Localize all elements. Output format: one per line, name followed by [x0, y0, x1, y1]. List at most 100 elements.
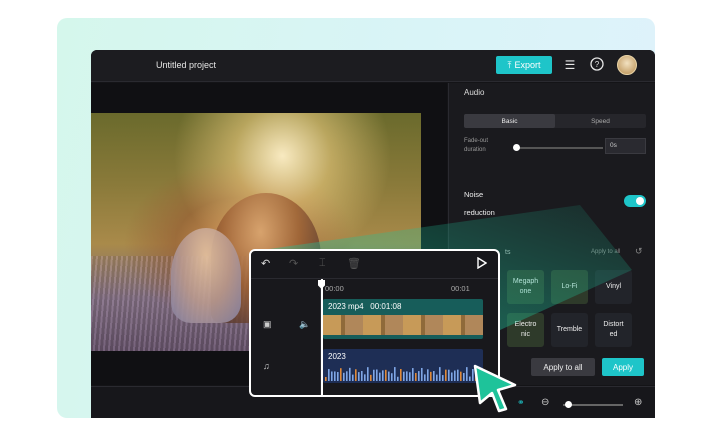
waveform-bar: [430, 371, 432, 381]
waveform-bar: [379, 372, 381, 381]
waveform-bar: [334, 371, 336, 381]
zoom-out-icon[interactable]: ⊖: [541, 397, 549, 408]
help-icon[interactable]: ?: [589, 57, 605, 73]
audio-clip[interactable]: 2023: [323, 349, 483, 383]
waveform-bar: [463, 373, 465, 381]
track-headers: ▣ 🔈 ♫: [251, 279, 321, 395]
waveform-bar: [388, 371, 390, 381]
waveform-bar: [433, 371, 435, 381]
waveform-bar: [436, 374, 438, 381]
waveform-bar: [355, 369, 357, 381]
audio-waveform: [325, 367, 480, 381]
waveform-bar: [391, 373, 393, 381]
waveform-bar: [367, 367, 369, 381]
noise-reduction-toggle[interactable]: [624, 195, 646, 207]
zoom-in-icon[interactable]: ⊕: [634, 397, 642, 408]
waveform-bar: [427, 369, 429, 381]
waveform-bar: [349, 367, 351, 381]
noise-label-line1: Noise: [464, 190, 484, 199]
waveform-bar: [361, 371, 363, 381]
effect-electronic[interactable]: Electro nic: [507, 313, 544, 347]
top-bar: Untitled project ⤒ Export ☰ ?: [91, 50, 655, 82]
fade-out-slider[interactable]: [513, 144, 603, 151]
timeline-play-icon[interactable]: [477, 256, 488, 272]
timeline-toolbar: ↶ ↷ ⌶ 🗑: [251, 251, 498, 279]
tab-basic[interactable]: Basic: [464, 114, 555, 128]
fade-out-slider-knob[interactable]: [513, 144, 520, 151]
video-clip[interactable]: 2023 mp4 00:01:08: [323, 299, 483, 339]
project-title[interactable]: Untitled project: [156, 60, 216, 70]
fade-out-input[interactable]: 0s: [605, 138, 646, 154]
waveform-bar: [451, 372, 453, 381]
tab-speed[interactable]: Speed: [555, 114, 646, 128]
zoom-slider[interactable]: [563, 401, 623, 408]
waveform-bar: [418, 371, 420, 381]
waveform-bar: [340, 368, 342, 381]
avatar[interactable]: [617, 55, 637, 75]
waveform-bar: [400, 369, 402, 381]
waveform-bar: [448, 369, 450, 381]
apply-button[interactable]: Apply: [602, 358, 644, 376]
stage: Untitled project ⤒ Export ☰ ? Audio Basi…: [0, 0, 715, 442]
waveform-bar: [373, 369, 375, 381]
ruler-end: 00:01: [451, 284, 470, 293]
link-icon[interactable]: ⚭: [517, 397, 525, 408]
waveform-bar: [331, 371, 333, 381]
export-label: Export: [514, 60, 541, 70]
waveform-bar: [352, 374, 354, 381]
effects-label: ts: [505, 249, 511, 256]
waveform-bar: [439, 367, 441, 381]
waveform-bar: [385, 369, 387, 381]
waveform-bar: [343, 372, 345, 381]
split-icon[interactable]: ⌶: [319, 257, 326, 270]
child-figure: [171, 228, 241, 323]
audio-clip-label: 2023: [328, 352, 346, 361]
zoom-slider-knob[interactable]: [565, 401, 572, 408]
effect-lofi[interactable]: Lo-Fi: [551, 270, 588, 304]
effect-distorted[interactable]: Distort ed: [595, 313, 632, 347]
waveform-bar: [406, 371, 408, 381]
waveform-bar: [409, 372, 411, 381]
timeline-ruler: 00:00 00:01: [322, 281, 498, 295]
waveform-bar: [454, 370, 456, 381]
noise-label-line2: reduction: [464, 208, 495, 217]
waveform-bar: [376, 369, 378, 381]
waveform-bar: [466, 367, 468, 381]
effect-tremble[interactable]: Tremble: [551, 313, 588, 347]
video-thumbnails: [323, 315, 483, 335]
waveform-bar: [337, 372, 339, 381]
audio-tabs: Basic Speed: [464, 114, 646, 128]
waveform-bar: [358, 372, 360, 381]
video-clip-label: 2023 mp4 00:01:08: [328, 302, 402, 311]
waveform-bar: [382, 370, 384, 381]
playhead[interactable]: [321, 279, 323, 395]
upload-icon: ⤒: [507, 59, 512, 70]
delete-icon[interactable]: 🗑: [347, 257, 361, 270]
export-button[interactable]: ⤒ Export: [496, 56, 552, 74]
waveform-bar: [442, 375, 444, 381]
waveform-bar: [394, 367, 396, 381]
undo-icon[interactable]: ↶: [261, 257, 270, 270]
waveform-bar: [445, 369, 447, 381]
effect-megaphone[interactable]: Megaph one: [507, 270, 544, 304]
waveform-bar: [346, 371, 348, 381]
video-track-icon: ▣: [263, 319, 272, 329]
waveform-bar: [325, 377, 327, 381]
svg-text:?: ?: [595, 60, 600, 69]
pointer-cursor-icon: [473, 364, 517, 413]
waveform-bar: [457, 369, 459, 381]
waveform-bar: [469, 376, 471, 381]
redo-icon[interactable]: ↷: [289, 257, 298, 270]
music-track-icon: ♫: [263, 361, 270, 371]
waveform-bar: [403, 371, 405, 381]
effect-vinyl[interactable]: Vinyl: [595, 270, 632, 304]
layers-icon[interactable]: ☰: [562, 57, 578, 73]
fade-out-label: Fade-out duration: [464, 138, 489, 153]
reset-icon[interactable]: ↺: [635, 246, 643, 257]
volume-icon[interactable]: 🔈: [299, 319, 310, 330]
ruler-start: 00:00: [325, 284, 344, 293]
apply-to-all-link[interactable]: Apply to all: [591, 249, 620, 255]
waveform-bar: [415, 372, 417, 381]
apply-to-all-button[interactable]: Apply to all: [531, 358, 595, 376]
waveform-bar: [460, 371, 462, 381]
